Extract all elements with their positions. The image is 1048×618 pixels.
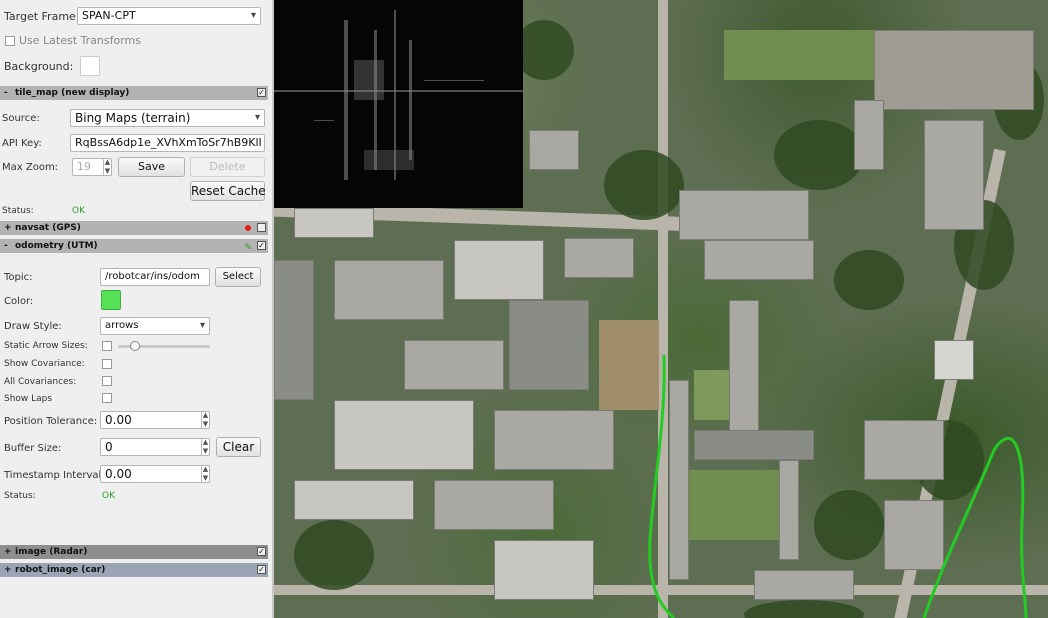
expand-icon: +: [4, 565, 12, 575]
api-key-label: API Key:: [2, 138, 42, 149]
spin-arrows-icon[interactable]: ▲ ▼: [201, 439, 209, 455]
max-zoom-label: Max Zoom:: [2, 162, 59, 173]
timestamp-interval-label: Timestamp Interval:: [4, 470, 105, 481]
status-dot-icon: [245, 225, 251, 231]
odometry-status-value: OK: [102, 491, 115, 501]
robot-image-title: robot_image (car): [15, 565, 106, 575]
all-covariances-label: All Covariances:: [4, 377, 77, 387]
tile-map-section-header[interactable]: - tile_map (new display) ✓: [0, 86, 268, 100]
image-radar-title: image (Radar): [15, 547, 88, 557]
source-select[interactable]: Bing Maps (terrain): [70, 109, 265, 127]
all-covariances-checkbox[interactable]: [102, 376, 112, 386]
buffer-size-label: Buffer Size:: [4, 443, 62, 454]
collapse-icon: -: [4, 88, 8, 98]
odometry-enable-checkbox[interactable]: ✓: [257, 241, 266, 250]
odometry-section-header[interactable]: - odometry (UTM) ✎ ✓: [0, 239, 268, 253]
source-label: Source:: [2, 113, 40, 124]
tile-map-status-label: Status:: [2, 206, 34, 216]
spin-arrows-icon[interactable]: ▲ ▼: [201, 466, 209, 482]
save-button[interactable]: Save: [118, 157, 185, 177]
target-frame-select[interactable]: SPAN-CPT: [77, 7, 261, 25]
position-tolerance-label: Position Tolerance:: [4, 416, 98, 427]
color-label: Color:: [4, 296, 34, 307]
clear-buffer-button[interactable]: Clear: [216, 437, 261, 457]
display-panel: Target Frame: SPAN-CPT Use Latest Transf…: [0, 0, 274, 618]
odometry-status-label: Status:: [4, 491, 36, 501]
position-tolerance-spinbox[interactable]: 0.00 ▲ ▼: [100, 411, 210, 429]
select-topic-button[interactable]: Select: [215, 267, 261, 287]
pencil-icon: ✎: [244, 243, 252, 253]
position-tolerance-value: 0.00: [105, 413, 132, 427]
tile-map-enable-checkbox[interactable]: ✓: [257, 88, 266, 97]
api-key-input[interactable]: RqBssA6dp1e_XVhXmToSr7hB9KlI: [70, 134, 265, 152]
radar-image-overlay: [274, 0, 523, 208]
image-radar-enable-checkbox[interactable]: ✓: [257, 547, 266, 556]
expand-icon: +: [4, 547, 12, 557]
topic-input[interactable]: /robotcar/ins/odom: [100, 268, 210, 286]
draw-style-select[interactable]: arrows: [100, 317, 210, 335]
expand-icon: +: [4, 223, 12, 233]
buffer-size-value: 0: [105, 440, 113, 454]
odometry-title: odometry (UTM): [15, 241, 98, 251]
use-latest-transforms-checkbox[interactable]: [5, 36, 15, 46]
tile-map-status-value: OK: [72, 206, 85, 216]
robot-image-section-header[interactable]: + robot_image (car) ✓: [0, 563, 268, 577]
arrow-size-slider-handle[interactable]: [130, 341, 141, 351]
max-zoom-spinbox[interactable]: 19 ▲ ▼: [72, 158, 112, 176]
timestamp-interval-spinbox[interactable]: 0.00 ▲ ▼: [100, 465, 210, 483]
delete-button[interactable]: Delete: [190, 157, 265, 177]
spin-arrows-icon[interactable]: ▲ ▼: [201, 412, 209, 428]
navsat-section-header[interactable]: + navsat (GPS): [0, 221, 268, 235]
image-radar-section-header[interactable]: + image (Radar) ✓: [0, 545, 268, 559]
background-color-swatch[interactable]: [80, 56, 100, 76]
background-label: Background:: [4, 60, 74, 73]
track-path-west: [648, 354, 675, 618]
show-covariance-checkbox[interactable]: [102, 359, 112, 369]
timestamp-interval-value: 0.00: [105, 467, 132, 481]
show-laps-label: Show Laps: [4, 394, 53, 404]
static-arrow-sizes-checkbox[interactable]: [102, 341, 112, 351]
show-covariance-label: Show Covariance:: [4, 359, 85, 369]
track-path-east: [922, 436, 1028, 618]
navsat-title: navsat (GPS): [15, 223, 81, 233]
target-frame-label: Target Frame:: [4, 10, 80, 23]
max-zoom-value: 19: [77, 160, 91, 173]
collapse-icon: -: [4, 241, 8, 251]
show-laps-checkbox[interactable]: [102, 393, 112, 403]
buffer-size-spinbox[interactable]: 0 ▲ ▼: [100, 438, 210, 456]
draw-style-label: Draw Style:: [4, 321, 62, 332]
reset-cache-button[interactable]: Reset Cache: [190, 181, 266, 201]
topic-label: Topic:: [4, 272, 33, 283]
robot-image-enable-checkbox[interactable]: ✓: [257, 565, 266, 574]
tile-map-title: tile_map (new display): [15, 88, 130, 98]
spin-arrows-icon[interactable]: ▲ ▼: [103, 159, 111, 175]
use-latest-transforms-label: Use Latest Transforms: [19, 34, 141, 47]
color-swatch[interactable]: [101, 290, 121, 310]
navsat-enable-checkbox[interactable]: [257, 223, 266, 232]
static-arrow-sizes-label: Static Arrow Sizes:: [4, 341, 88, 351]
